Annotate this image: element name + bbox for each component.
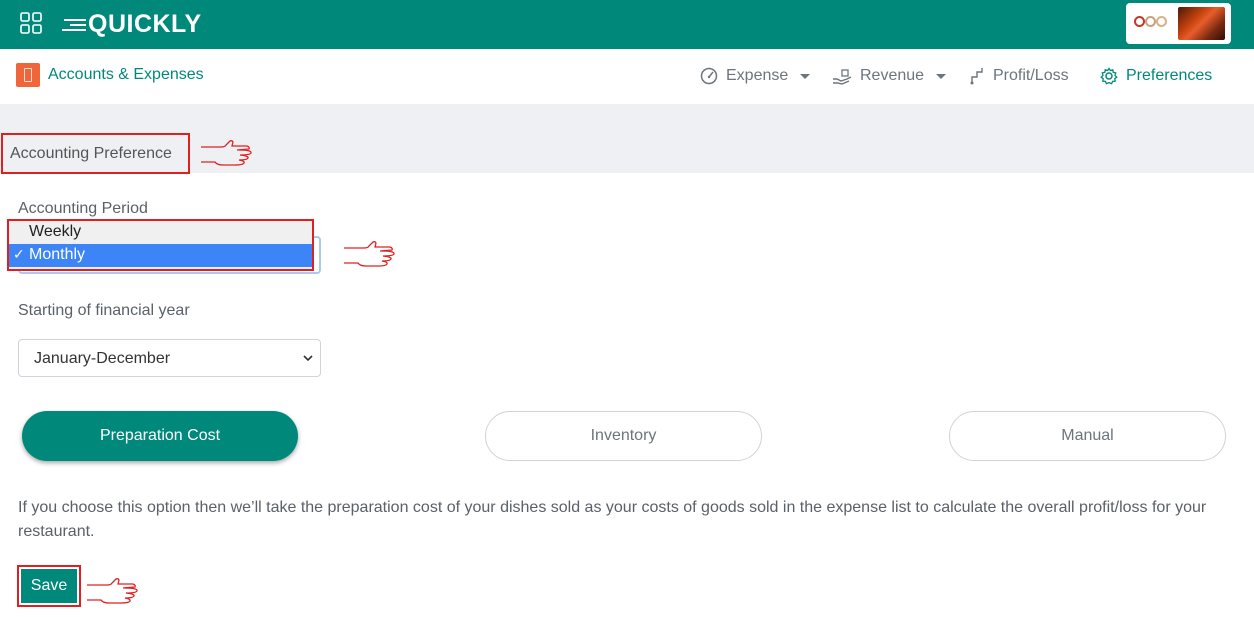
secondary-nav: Accounts & Expenses Expense Revenue Prof… bbox=[0, 49, 1254, 104]
option-monthly[interactable]: ✓ Monthly bbox=[9, 244, 312, 267]
save-highlight: Save bbox=[17, 565, 81, 607]
option-description: If you choose this option then we’ll tak… bbox=[18, 499, 1207, 540]
nav-preferences[interactable]: Preferences bbox=[1100, 67, 1212, 85]
save-button[interactable]: Save bbox=[21, 569, 77, 603]
section-title[interactable]: Accounts & Expenses bbox=[48, 66, 204, 84]
inventory-option[interactable]: Inventory bbox=[485, 411, 762, 461]
financial-year-value: January-December bbox=[34, 350, 171, 367]
preparation-cost-label: Preparation Cost bbox=[99, 427, 221, 444]
hand-money-icon bbox=[833, 69, 852, 85]
nav-expense-label: Expense bbox=[726, 67, 789, 84]
accounting-period-options: Weekly ✓ Monthly bbox=[7, 219, 314, 271]
restaurant-profile[interactable] bbox=[1126, 3, 1231, 44]
app-grid-icon[interactable] bbox=[20, 12, 42, 34]
gear-icon bbox=[1100, 67, 1118, 85]
app-name: QUICKLY bbox=[88, 9, 202, 38]
manual-label: Manual bbox=[1061, 427, 1114, 444]
option-weekly[interactable]: Weekly bbox=[9, 221, 312, 244]
check-icon: ✓ bbox=[13, 246, 25, 262]
gauge-icon bbox=[700, 67, 718, 85]
option-monthly-label: Monthly bbox=[29, 246, 86, 263]
nav-revenue-label: Revenue bbox=[860, 67, 925, 84]
nav-profit-loss[interactable]: Profit/Loss bbox=[969, 67, 1069, 85]
financial-year-label: Starting of financial year bbox=[18, 302, 190, 319]
financial-year-select[interactable]: January-December bbox=[18, 339, 321, 377]
page-title: Accounting Preference bbox=[1, 133, 190, 174]
accounting-period-label: Accounting Period bbox=[18, 200, 148, 217]
nav-preferences-label: Preferences bbox=[1126, 67, 1213, 84]
preparation-cost-option[interactable]: Preparation Cost bbox=[22, 411, 298, 461]
manual-option[interactable]: Manual bbox=[949, 411, 1226, 461]
pointing-hand-icon bbox=[201, 140, 252, 166]
restaurant-photo bbox=[1177, 7, 1225, 40]
trend-icon bbox=[970, 68, 983, 85]
nav-revenue[interactable]: Revenue bbox=[832, 67, 947, 85]
pointing-hand-icon bbox=[87, 578, 138, 604]
inventory-label: Inventory bbox=[590, 427, 657, 444]
chevron-down-icon bbox=[936, 73, 947, 79]
nav-profit-loss-label: Profit/Loss bbox=[993, 67, 1069, 84]
speed-lines-icon bbox=[62, 19, 86, 31]
pointing-hand-icon bbox=[344, 241, 395, 267]
nav-expense[interactable]: Expense bbox=[700, 67, 811, 85]
option-weekly-label: Weekly bbox=[29, 223, 82, 240]
restaurant-logo bbox=[1132, 9, 1172, 39]
chevron-down-icon bbox=[800, 73, 811, 79]
accounts-icon bbox=[16, 63, 40, 87]
chevron-down-icon bbox=[303, 355, 313, 362]
top-bar: QUICKLY bbox=[0, 0, 1254, 49]
app-logo[interactable]: QUICKLY bbox=[62, 9, 202, 39]
